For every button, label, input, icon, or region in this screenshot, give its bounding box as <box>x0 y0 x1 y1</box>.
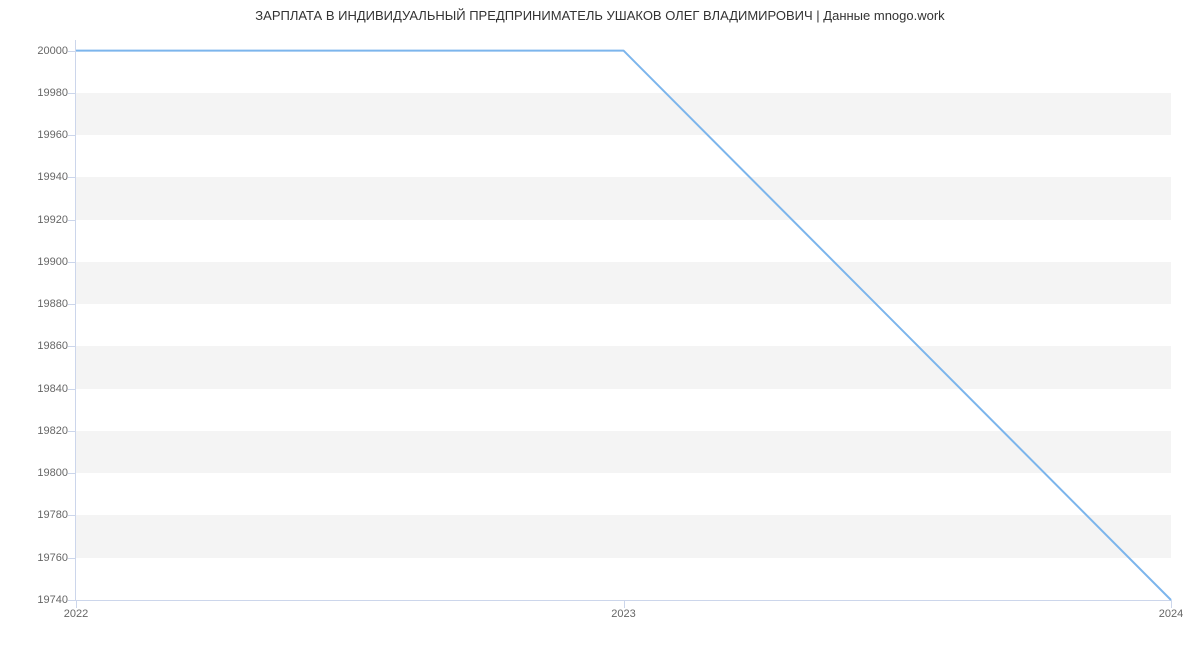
y-tick <box>68 177 76 178</box>
x-tick <box>1171 600 1172 608</box>
y-tick-label: 19800 <box>8 467 68 479</box>
y-tick <box>68 558 76 559</box>
y-tick-label: 19920 <box>8 214 68 226</box>
series-line <box>76 51 1171 600</box>
y-tick <box>68 431 76 432</box>
y-tick <box>68 304 76 305</box>
x-tick <box>76 600 77 608</box>
line-series <box>76 40 1171 600</box>
y-tick <box>68 93 76 94</box>
y-tick-label: 19740 <box>8 594 68 606</box>
y-tick-label: 19760 <box>8 552 68 564</box>
x-tick-label: 2024 <box>1159 608 1183 620</box>
plot-area <box>76 40 1171 600</box>
y-tick <box>68 600 76 601</box>
y-tick-label: 19940 <box>8 171 68 183</box>
y-tick <box>68 346 76 347</box>
y-tick-label: 19820 <box>8 425 68 437</box>
y-tick <box>68 262 76 263</box>
y-tick-label: 19960 <box>8 129 68 141</box>
x-tick <box>624 600 625 608</box>
chart-container: ЗАРПЛАТА В ИНДИВИДУАЛЬНЫЙ ПРЕДПРИНИМАТЕЛ… <box>0 0 1200 650</box>
y-tick-label: 19840 <box>8 383 68 395</box>
y-tick <box>68 473 76 474</box>
y-tick-label: 19880 <box>8 298 68 310</box>
x-tick-label: 2023 <box>611 608 635 620</box>
y-tick-label: 19980 <box>8 87 68 99</box>
y-tick <box>68 515 76 516</box>
y-tick-label: 19860 <box>8 340 68 352</box>
chart-title: ЗАРПЛАТА В ИНДИВИДУАЛЬНЫЙ ПРЕДПРИНИМАТЕЛ… <box>0 8 1200 23</box>
y-tick <box>68 51 76 52</box>
y-tick <box>68 135 76 136</box>
y-tick <box>68 389 76 390</box>
y-tick-label: 19900 <box>8 256 68 268</box>
y-tick-label: 20000 <box>8 45 68 57</box>
y-tick-label: 19780 <box>8 509 68 521</box>
x-tick-label: 2022 <box>64 608 88 620</box>
y-tick <box>68 220 76 221</box>
